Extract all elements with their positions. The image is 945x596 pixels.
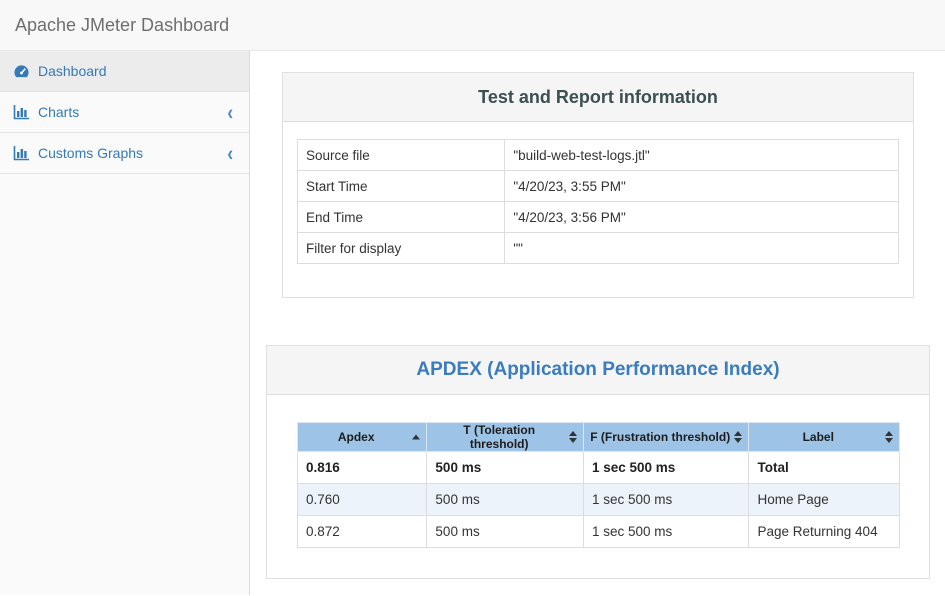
apdex-panel: APDEX (Application Performance Index) Ap…	[266, 345, 930, 579]
bar-chart-icon	[13, 105, 30, 120]
apdex-value: 0.760	[298, 484, 427, 516]
frustration-value: 1 sec 500 ms	[583, 484, 749, 516]
info-label: Start Time	[298, 171, 505, 202]
toleration-value: 500 ms	[427, 484, 584, 516]
table-row: End Time "4/20/23, 3:56 PM"	[298, 202, 899, 233]
sidebar-item-dashboard[interactable]: Dashboard	[0, 51, 249, 92]
info-label: Source file	[298, 140, 505, 171]
apdex-row: 0.760 500 ms 1 sec 500 ms Home Page	[298, 484, 900, 516]
sidebar-item-label: Customs Graphs	[38, 145, 143, 161]
table-row: Filter for display ""	[298, 233, 899, 264]
table-row: Start Time "4/20/23, 3:55 PM"	[298, 171, 899, 202]
column-header-frustration[interactable]: F (Frustration threshold)	[583, 423, 749, 452]
toleration-value: 500 ms	[427, 516, 584, 548]
sort-icon[interactable]	[569, 431, 577, 443]
sort-icon[interactable]	[734, 431, 742, 443]
label-value: Page Returning 404	[749, 516, 900, 548]
info-value: "4/20/23, 3:55 PM"	[505, 171, 899, 202]
panel-body: Apdex T (Toleration threshold) F (Frustr…	[267, 395, 929, 578]
chevron-left-icon[interactable]: ‹	[227, 142, 233, 163]
dashboard-gauge-icon	[13, 64, 30, 79]
frustration-value: 1 sec 500 ms	[583, 452, 749, 484]
apdex-value: 0.816	[298, 452, 427, 484]
info-label: Filter for display	[298, 233, 505, 264]
info-value: "4/20/23, 3:56 PM"	[505, 202, 899, 233]
info-label: End Time	[298, 202, 505, 233]
test-report-info-panel: Test and Report information Source file …	[282, 72, 914, 298]
apdex-row-total: 0.816 500 ms 1 sec 500 ms Total	[298, 452, 900, 484]
sort-icon[interactable]	[885, 431, 893, 443]
chevron-left-icon[interactable]: ‹	[227, 101, 233, 122]
bar-chart-icon	[13, 146, 30, 161]
toleration-value: 500 ms	[427, 452, 584, 484]
column-header-label[interactable]: Label	[749, 423, 900, 452]
panel-heading: Test and Report information	[283, 73, 913, 122]
info-value: ""	[505, 233, 899, 264]
sidebar-item-label: Charts	[38, 104, 79, 120]
apdex-header-row: Apdex T (Toleration threshold) F (Frustr…	[298, 423, 900, 452]
column-header-apdex[interactable]: Apdex	[298, 423, 427, 452]
apdex-table: Apdex T (Toleration threshold) F (Frustr…	[297, 422, 900, 548]
info-panel-title: Test and Report information	[478, 87, 718, 108]
info-value: "build-web-test-logs.jtl"	[505, 140, 899, 171]
label-value: Total	[749, 452, 900, 484]
apdex-panel-title: APDEX (Application Performance Index)	[416, 359, 779, 381]
sidebar-item-charts[interactable]: Charts ‹	[0, 92, 249, 133]
panel-heading: APDEX (Application Performance Index)	[267, 346, 929, 395]
frustration-value: 1 sec 500 ms	[583, 516, 749, 548]
sidebar-item-label: Dashboard	[38, 63, 107, 79]
sort-ascending-icon[interactable]	[412, 435, 420, 440]
top-navbar: Apache JMeter Dashboard	[0, 0, 945, 51]
table-row: Source file "build-web-test-logs.jtl"	[298, 140, 899, 171]
app-title: Apache JMeter Dashboard	[0, 15, 229, 36]
page-layout: Dashboard Charts ‹	[0, 51, 945, 595]
column-header-toleration[interactable]: T (Toleration threshold)	[427, 423, 584, 452]
main-content: Test and Report information Source file …	[250, 51, 945, 595]
apdex-row: 0.872 500 ms 1 sec 500 ms Page Returning…	[298, 516, 900, 548]
sidebar: Dashboard Charts ‹	[0, 51, 250, 595]
info-table: Source file "build-web-test-logs.jtl" St…	[297, 139, 899, 264]
label-value: Home Page	[749, 484, 900, 516]
apdex-value: 0.872	[298, 516, 427, 548]
sidebar-item-customs-graphs[interactable]: Customs Graphs ‹	[0, 133, 249, 174]
panel-body: Source file "build-web-test-logs.jtl" St…	[283, 122, 913, 297]
